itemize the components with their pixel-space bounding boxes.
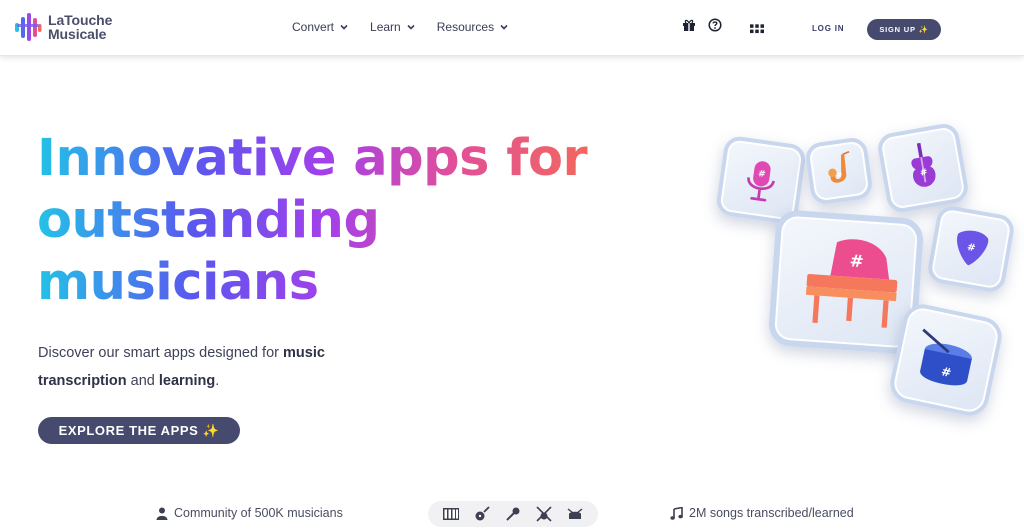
instrument-icons-bar: [428, 501, 598, 527]
drum-icon: #: [920, 328, 972, 386]
hero-illustration: # # # # # #: [700, 110, 1024, 440]
violin-icon: #: [911, 142, 936, 187]
login-link[interactable]: LOG IN: [812, 24, 844, 33]
subtitle-part2: and: [126, 373, 159, 389]
nav-learn-label: Learn: [370, 20, 401, 34]
sound-wave-logo-icon: [15, 13, 42, 41]
user-icon: [156, 507, 168, 520]
subtitle-bold-music: music: [283, 345, 325, 361]
main-nav: Convert Learn Resources: [292, 20, 530, 34]
saxophone-tile: #: [803, 135, 875, 207]
nav-convert[interactable]: Convert: [292, 20, 348, 34]
headline-line-3: musicians: [37, 252, 597, 314]
svg-text:#: #: [849, 250, 864, 271]
nav-resources[interactable]: Resources: [437, 20, 508, 34]
nav-learn[interactable]: Learn: [370, 20, 415, 34]
subtitle-part1: Discover our smart apps designed for: [38, 345, 283, 361]
stats-strip: Community of 500K musicians 2M songs tra…: [0, 498, 1024, 532]
guitar-icon: [473, 505, 491, 523]
community-stat: Community of 500K musicians: [156, 506, 343, 520]
nav-convert-label: Convert: [292, 20, 335, 34]
explore-apps-button[interactable]: EXPLORE THE APPS ✨: [38, 417, 240, 444]
microphone-icon: #: [747, 161, 775, 202]
gift-icon[interactable]: [682, 18, 696, 32]
violin-tile: #: [875, 121, 971, 215]
chevron-down-icon: [340, 24, 348, 30]
songs-stat: 2M songs transcribed/learned: [670, 506, 854, 520]
subtitle-bold-learning: learning: [158, 373, 216, 389]
hero-headline: Innovative apps for outstanding musician…: [37, 128, 597, 314]
songs-text: 2M songs transcribed/learned: [689, 506, 854, 520]
subtitle-part3: .: [215, 373, 220, 389]
saxophone-icon: #: [828, 150, 850, 183]
brand-name-line2: Musicale: [48, 26, 107, 42]
guitar-pick-tile: #: [925, 203, 1017, 295]
brand-logo[interactable]: LaTouche Musicale: [14, 12, 112, 42]
brand-name: LaTouche Musicale: [48, 13, 112, 41]
piano-icon: [442, 505, 460, 523]
subtitle-bold-transcription: transcription: [38, 373, 127, 389]
piano-icon: #: [805, 239, 898, 328]
help-icon[interactable]: [708, 18, 722, 32]
svg-text:#: #: [757, 169, 766, 180]
community-text: Community of 500K musicians: [174, 506, 343, 520]
chevron-down-icon: [407, 24, 415, 30]
hero-subtitle: Discover our smart apps designed for mus…: [38, 339, 378, 395]
chevron-down-icon: [500, 24, 508, 30]
drums-icon: [566, 505, 584, 523]
headline-line-2: outstanding: [37, 190, 597, 252]
nav-resources-label: Resources: [436, 20, 495, 34]
guitar-pick-icon: #: [957, 230, 989, 266]
headline-line-1: Innovative apps for: [37, 128, 597, 190]
bass-icon: [535, 505, 553, 523]
drum-tile: #: [886, 300, 1006, 420]
microphone-icon: [504, 505, 522, 523]
signup-button[interactable]: SIGN UP ✨: [867, 19, 941, 40]
apps-grid-icon[interactable]: [750, 22, 764, 36]
music-note-icon: [670, 506, 683, 520]
brand-name-line1: LaTouche: [48, 12, 113, 28]
top-navigation-bar: LaTouche Musicale Convert Learn Resource…: [0, 0, 1024, 56]
